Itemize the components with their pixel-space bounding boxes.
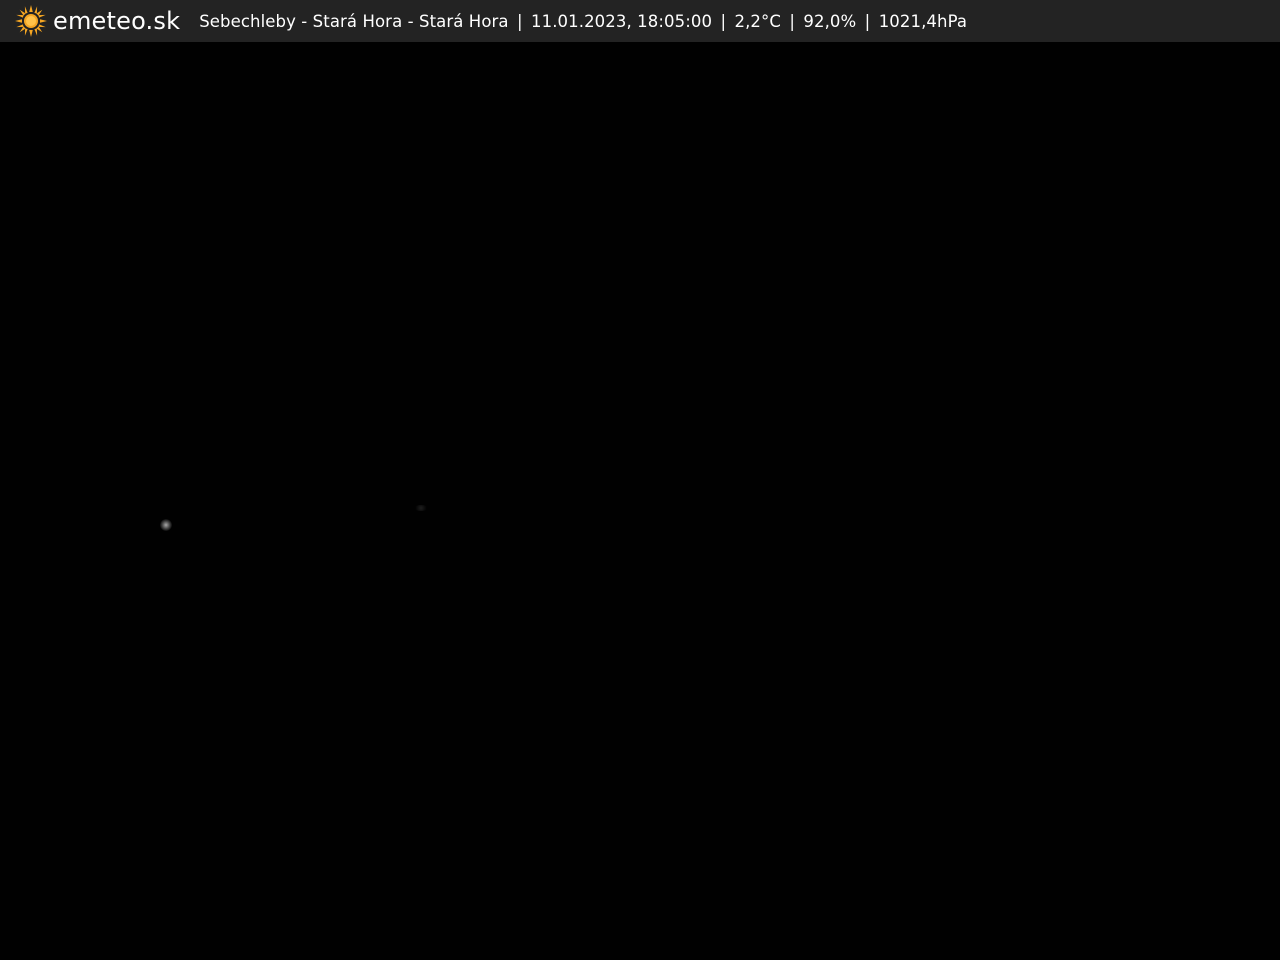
humidity-value: 92,0% (803, 11, 857, 31)
separator: | (720, 11, 727, 31)
separator: | (516, 11, 523, 31)
pressure-value: 1021,4hPa (878, 11, 968, 31)
faint-light (414, 505, 428, 511)
distant-light (160, 519, 172, 531)
brand-logo[interactable]: emeteo.sk (14, 0, 180, 42)
station-info: Sebechleby - Stará Hora - Stará Hora | 1… (199, 12, 967, 31)
header-bar: emeteo.sk Sebechleby - Stará Hora - Star… (0, 0, 1280, 42)
webcam-image (0, 42, 1280, 960)
separator: | (864, 11, 871, 31)
brand-name: emeteo.sk (53, 7, 181, 35)
temperature-value: 2,2°C (734, 11, 781, 31)
observation-datetime: 11.01.2023, 18:05:00 (531, 11, 713, 31)
separator: | (789, 11, 796, 31)
station-location: Sebechleby - Stará Hora - Stará Hora (199, 11, 509, 31)
sun-icon (14, 4, 48, 38)
